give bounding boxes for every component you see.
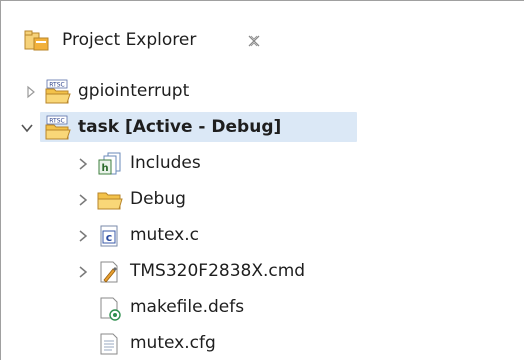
makefile-icon (100, 297, 121, 321)
tree-item-cmd-file[interactable]: TMS320F2838X.cmd (0, 254, 524, 290)
project-tree: RTSC gpiointerrupt RTSC task [Active - D… (0, 74, 524, 360)
expand-arrow-icon[interactable] (76, 265, 90, 279)
text-file-icon (100, 333, 118, 355)
rtsc-project-icon: RTSC (45, 115, 71, 140)
expand-arrow-icon[interactable] (24, 85, 38, 99)
tree-item-label: TMS320F2838X.cmd (130, 261, 306, 281)
tree-item-label: Includes (130, 153, 201, 173)
expand-arrow-icon[interactable] (76, 193, 90, 207)
tree-item-label: gpiointerrupt (78, 81, 190, 101)
tree-item-makefile-defs[interactable]: makefile.defs (0, 290, 524, 326)
c-badge: c (106, 231, 113, 244)
tree-item-task[interactable]: RTSC task [Active - Debug] (0, 110, 524, 146)
tree-item-mutex-cfg[interactable]: mutex.cfg (0, 326, 524, 362)
tree-item-debug[interactable]: Debug (0, 182, 524, 218)
h-badge: h (101, 163, 108, 174)
tree-item-label: makefile.defs (130, 297, 245, 317)
folder-icon (97, 192, 123, 210)
expand-arrow-icon[interactable] (76, 229, 90, 243)
cmd-file-icon (100, 261, 118, 283)
view-title: Project Explorer (62, 30, 197, 50)
close-icon[interactable] (246, 33, 262, 49)
tree-item-label: task [Active - Debug] (78, 117, 282, 137)
expand-arrow-icon[interactable] (76, 157, 90, 171)
tree-item-label: mutex.cfg (130, 333, 216, 353)
c-file-icon: c (100, 225, 118, 247)
collapse-arrow-icon[interactable] (20, 121, 34, 135)
project-explorer-tab[interactable]: Project Explorer (2, 20, 524, 60)
view-top-border (0, 0, 524, 1)
tree-item-label: mutex.c (130, 225, 199, 245)
rtsc-badge: RTSC (49, 82, 64, 89)
includes-icon: h (98, 152, 121, 175)
project-explorer-icon (24, 30, 49, 51)
tree-item-label: Debug (130, 189, 186, 209)
rtsc-badge: RTSC (49, 118, 64, 125)
tree-item-includes[interactable]: h Includes (0, 146, 524, 182)
tree-item-mutex-c[interactable]: c mutex.c (0, 218, 524, 254)
tree-item-gpiointerrupt[interactable]: RTSC gpiointerrupt (0, 74, 524, 110)
rtsc-project-icon: RTSC (45, 79, 71, 104)
